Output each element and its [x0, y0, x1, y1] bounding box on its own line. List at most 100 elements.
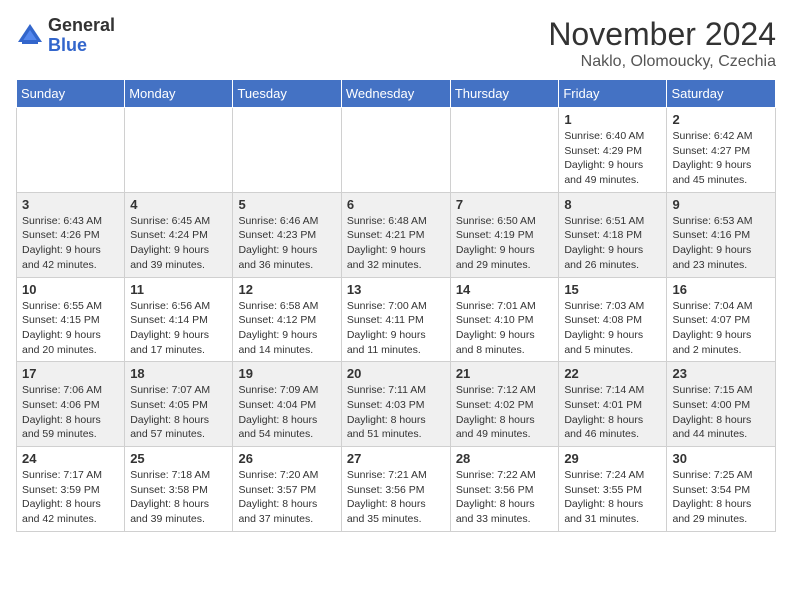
day-detail: Sunrise: 7:17 AM Sunset: 3:59 PM Dayligh… [22, 468, 119, 527]
day-detail: Sunrise: 6:42 AM Sunset: 4:27 PM Dayligh… [672, 129, 770, 188]
day-detail: Sunrise: 7:01 AM Sunset: 4:10 PM Dayligh… [456, 299, 554, 358]
day-number: 17 [22, 366, 119, 381]
table-row: 2 Sunrise: 6:42 AM Sunset: 4:27 PM Daylig… [667, 108, 776, 193]
table-row: 21 Sunrise: 7:12 AM Sunset: 4:02 PM Dayli… [450, 362, 559, 447]
col-sunday: Sunday [17, 80, 125, 108]
table-row: 8 Sunrise: 6:51 AM Sunset: 4:18 PM Daylig… [559, 192, 667, 277]
col-wednesday: Wednesday [341, 80, 450, 108]
col-saturday: Saturday [667, 80, 776, 108]
table-row: 4Sunrise: 6:45 AM Sunset: 4:24 PM Daylig… [125, 192, 233, 277]
day-number: 15 [564, 282, 661, 297]
table-row: 5 Sunrise: 6:46 AM Sunset: 4:23 PM Daylig… [233, 192, 341, 277]
calendar-header-row: Sunday Monday Tuesday Wednesday Thursday… [17, 80, 776, 108]
day-number: 25 [130, 451, 227, 466]
day-detail: Sunrise: 7:25 AM Sunset: 3:54 PM Dayligh… [672, 468, 770, 527]
col-friday: Friday [559, 80, 667, 108]
day-number: 27 [347, 451, 445, 466]
day-detail: Sunrise: 6:58 AM Sunset: 4:12 PM Dayligh… [238, 299, 335, 358]
table-row: 24 Sunrise: 7:17 AM Sunset: 3:59 PM Dayli… [17, 447, 125, 532]
table-row: 16 Sunrise: 7:04 AM Sunset: 4:07 PM Dayli… [667, 277, 776, 362]
day-detail: Sunrise: 7:06 AM Sunset: 4:06 PM Dayligh… [22, 383, 119, 442]
table-row: 19 Sunrise: 7:09 AM Sunset: 4:04 PM Dayli… [233, 362, 341, 447]
day-detail: Sunrise: 6:56 AM Sunset: 4:14 PM Dayligh… [130, 299, 227, 358]
logo-text: General Blue [48, 16, 115, 56]
day-detail: Sunrise: 7:07 AM Sunset: 4:05 PM Dayligh… [130, 383, 227, 442]
table-row: 26 Sunrise: 7:20 AM Sunset: 3:57 PM Dayli… [233, 447, 341, 532]
day-number: 5 [238, 197, 335, 212]
table-row: 30 Sunrise: 7:25 AM Sunset: 3:54 PM Dayli… [667, 447, 776, 532]
table-row: 28Sunrise: 7:22 AM Sunset: 3:56 PM Dayli… [450, 447, 559, 532]
table-row: 3 Sunrise: 6:43 AM Sunset: 4:26 PM Daylig… [17, 192, 125, 277]
table-row: 6 Sunrise: 6:48 AM Sunset: 4:21 PM Daylig… [341, 192, 450, 277]
day-number: 23 [672, 366, 770, 381]
day-detail: Sunrise: 6:45 AM Sunset: 4:24 PM Dayligh… [130, 214, 227, 273]
page-header: General Blue November 2024 Naklo, Olomou… [16, 16, 776, 71]
table-row: 9 Sunrise: 6:53 AM Sunset: 4:16 PM Daylig… [667, 192, 776, 277]
calendar-week-row: 10Sunrise: 6:55 AM Sunset: 4:15 PM Dayli… [17, 277, 776, 362]
table-row: 17 Sunrise: 7:06 AM Sunset: 4:06 PM Dayli… [17, 362, 125, 447]
day-number: 6 [347, 197, 445, 212]
day-detail: Sunrise: 6:51 AM Sunset: 4:18 PM Dayligh… [564, 214, 661, 273]
day-detail: Sunrise: 7:09 AM Sunset: 4:04 PM Dayligh… [238, 383, 335, 442]
table-row [125, 108, 233, 193]
table-row: 29Sunrise: 7:24 AM Sunset: 3:55 PM Dayli… [559, 447, 667, 532]
day-detail: Sunrise: 6:43 AM Sunset: 4:26 PM Dayligh… [22, 214, 119, 273]
day-number: 1 [564, 112, 661, 127]
day-detail: Sunrise: 6:40 AM Sunset: 4:29 PM Dayligh… [564, 129, 661, 188]
day-detail: Sunrise: 7:22 AM Sunset: 3:56 PM Dayligh… [456, 468, 554, 527]
table-row: 25 Sunrise: 7:18 AM Sunset: 3:58 PM Dayli… [125, 447, 233, 532]
day-detail: Sunrise: 7:04 AM Sunset: 4:07 PM Dayligh… [672, 299, 770, 358]
day-number: 19 [238, 366, 335, 381]
day-detail: Sunrise: 7:12 AM Sunset: 4:02 PM Dayligh… [456, 383, 554, 442]
title-area: November 2024 Naklo, Olomoucky, Czechia [548, 16, 776, 71]
day-number: 2 [672, 112, 770, 127]
table-row: 22 Sunrise: 7:14 AM Sunset: 4:01 PM Dayli… [559, 362, 667, 447]
table-row: 13Sunrise: 7:00 AM Sunset: 4:11 PM Dayli… [341, 277, 450, 362]
day-number: 16 [672, 282, 770, 297]
calendar-week-row: 1 Sunrise: 6:40 AM Sunset: 4:29 PM Daylig… [17, 108, 776, 193]
logo-icon [16, 22, 44, 50]
logo: General Blue [16, 16, 115, 56]
day-detail: Sunrise: 7:11 AM Sunset: 4:03 PM Dayligh… [347, 383, 445, 442]
table-row: 23Sunrise: 7:15 AM Sunset: 4:00 PM Dayli… [667, 362, 776, 447]
day-number: 21 [456, 366, 554, 381]
day-detail: Sunrise: 6:53 AM Sunset: 4:16 PM Dayligh… [672, 214, 770, 273]
col-tuesday: Tuesday [233, 80, 341, 108]
calendar-week-row: 24 Sunrise: 7:17 AM Sunset: 3:59 PM Dayli… [17, 447, 776, 532]
table-row: 27Sunrise: 7:21 AM Sunset: 3:56 PM Dayli… [341, 447, 450, 532]
day-number: 3 [22, 197, 119, 212]
table-row: 14Sunrise: 7:01 AM Sunset: 4:10 PM Dayli… [450, 277, 559, 362]
calendar-week-row: 3 Sunrise: 6:43 AM Sunset: 4:26 PM Daylig… [17, 192, 776, 277]
day-detail: Sunrise: 7:18 AM Sunset: 3:58 PM Dayligh… [130, 468, 227, 527]
day-number: 18 [130, 366, 227, 381]
table-row: 11Sunrise: 6:56 AM Sunset: 4:14 PM Dayli… [125, 277, 233, 362]
calendar-week-row: 17 Sunrise: 7:06 AM Sunset: 4:06 PM Dayli… [17, 362, 776, 447]
day-detail: Sunrise: 6:48 AM Sunset: 4:21 PM Dayligh… [347, 214, 445, 273]
day-number: 8 [564, 197, 661, 212]
col-thursday: Thursday [450, 80, 559, 108]
table-row: 10Sunrise: 6:55 AM Sunset: 4:15 PM Dayli… [17, 277, 125, 362]
day-detail: Sunrise: 7:03 AM Sunset: 4:08 PM Dayligh… [564, 299, 661, 358]
col-monday: Monday [125, 80, 233, 108]
day-number: 9 [672, 197, 770, 212]
day-number: 20 [347, 366, 445, 381]
table-row: 15 Sunrise: 7:03 AM Sunset: 4:08 PM Dayli… [559, 277, 667, 362]
table-row: 20 Sunrise: 7:11 AM Sunset: 4:03 PM Dayli… [341, 362, 450, 447]
table-row: 1 Sunrise: 6:40 AM Sunset: 4:29 PM Daylig… [559, 108, 667, 193]
day-number: 7 [456, 197, 554, 212]
day-number: 22 [564, 366, 661, 381]
day-detail: Sunrise: 7:14 AM Sunset: 4:01 PM Dayligh… [564, 383, 661, 442]
calendar-table: Sunday Monday Tuesday Wednesday Thursday… [16, 79, 776, 532]
day-detail: Sunrise: 7:20 AM Sunset: 3:57 PM Dayligh… [238, 468, 335, 527]
day-number: 24 [22, 451, 119, 466]
table-row [341, 108, 450, 193]
day-detail: Sunrise: 6:46 AM Sunset: 4:23 PM Dayligh… [238, 214, 335, 273]
table-row [17, 108, 125, 193]
day-number: 26 [238, 451, 335, 466]
logo-blue: Blue [48, 35, 87, 55]
table-row [233, 108, 341, 193]
table-row: 12Sunrise: 6:58 AM Sunset: 4:12 PM Dayli… [233, 277, 341, 362]
logo-general: General [48, 15, 115, 35]
day-number: 30 [672, 451, 770, 466]
day-number: 29 [564, 451, 661, 466]
